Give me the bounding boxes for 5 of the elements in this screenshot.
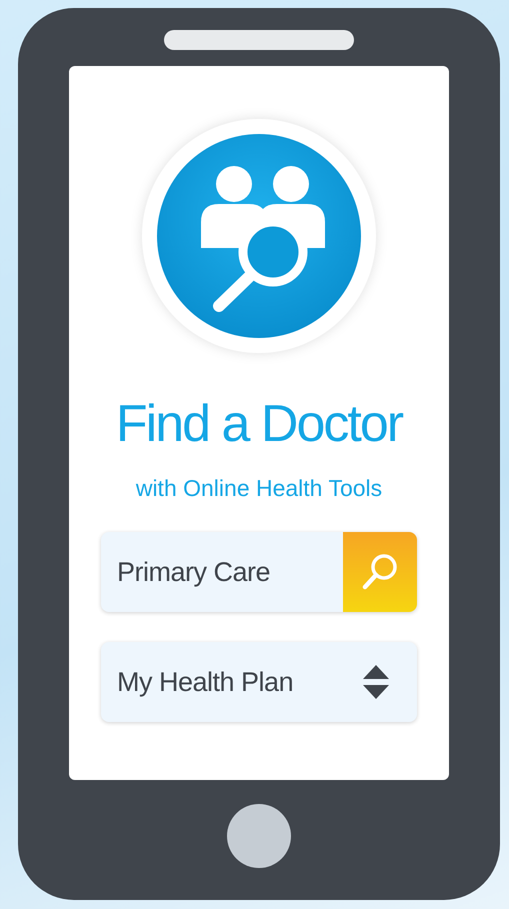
app-title: Find a Doctor [116, 394, 402, 455]
up-down-arrows-icon [361, 663, 391, 701]
app-subtitle: with Online Health Tools [136, 474, 382, 502]
plan-dropdown[interactable]: My Health Plan [101, 642, 417, 722]
search-field[interactable]: Primary Care [101, 532, 417, 612]
